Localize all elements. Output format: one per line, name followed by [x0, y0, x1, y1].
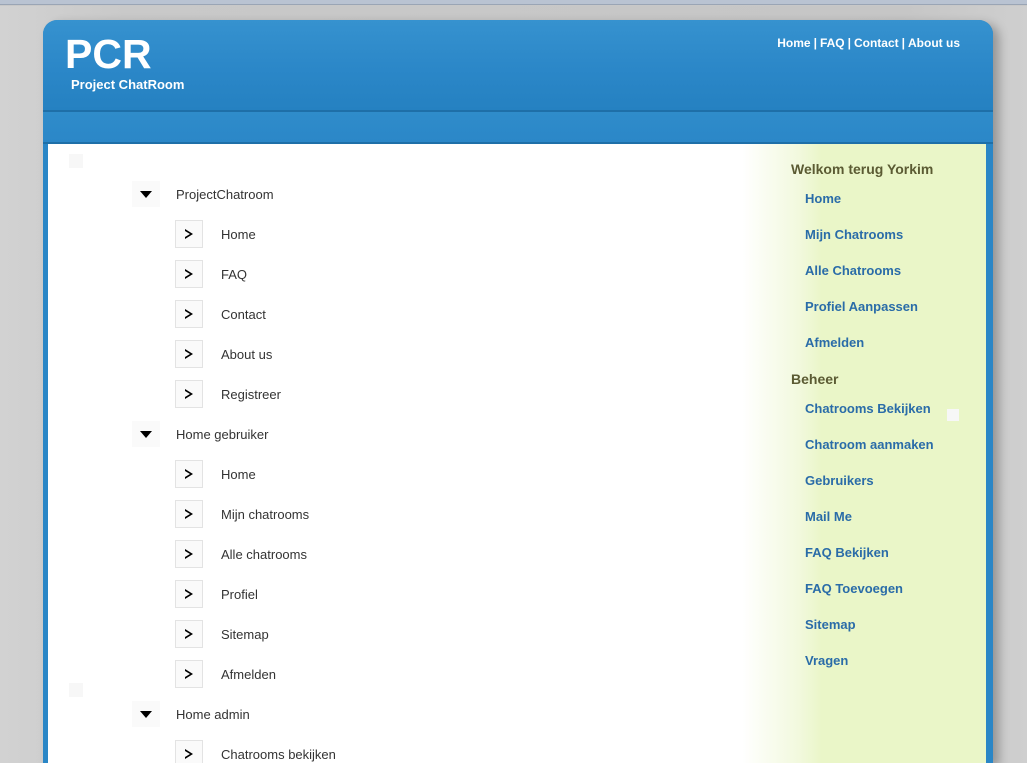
chevron-right-icon[interactable]: [175, 660, 203, 688]
tree-parent-label: Home admin: [176, 706, 250, 722]
tree-item-label: Home: [221, 466, 256, 482]
topnav-separator: |: [847, 36, 851, 50]
tree-parent-home-gebruiker[interactable]: Home gebruiker: [48, 414, 786, 454]
chevron-right-icon[interactable]: [175, 300, 203, 328]
sidebar-link-mijn-chatrooms[interactable]: Mijn Chatrooms: [786, 227, 986, 242]
tree-item-label: Registreer: [221, 386, 281, 402]
sidebar-link-faq-bekijken[interactable]: FAQ Bekijken: [786, 545, 986, 560]
sidebar-link-afmelden[interactable]: Afmelden: [786, 335, 986, 350]
tree-group-projectchatroom: ProjectChatroom Home FAQ Contact About us Reg…: [48, 174, 786, 414]
chevron-right-icon[interactable]: [175, 460, 203, 488]
tree-item-label: Sitemap: [221, 626, 269, 642]
sitemap-tree: ProjectChatroom Home FAQ Contact About us Reg…: [48, 174, 786, 763]
tree-item-label: Chatrooms bekijken: [221, 746, 336, 762]
tree-item-label: Afmelden: [221, 666, 276, 682]
tree-parent-label: Home gebruiker: [176, 426, 269, 442]
chevron-right-icon[interactable]: [175, 260, 203, 288]
sidebar-link-faq-toevoegen[interactable]: FAQ Toevoegen: [786, 581, 986, 596]
main-content-sitemap: ProjectChatroom Home FAQ Contact About us Reg…: [48, 144, 786, 763]
chevron-down-icon[interactable]: [132, 181, 160, 207]
tree-parent-home-admin[interactable]: Home admin: [48, 694, 786, 734]
tree-item-faq[interactable]: FAQ: [48, 254, 786, 294]
topnav-item-about-us[interactable]: About us: [908, 36, 960, 50]
chevron-right-icon[interactable]: [175, 220, 203, 248]
tree-item-label: Home: [221, 226, 256, 242]
chevron-right-icon[interactable]: [175, 620, 203, 648]
tree-item-label: Mijn chatrooms: [221, 506, 310, 522]
logo-tagline: Project ChatRoom: [71, 77, 185, 92]
tree-item-about-us[interactable]: About us: [48, 334, 786, 374]
tree-item-sitemap[interactable]: Sitemap: [48, 614, 786, 654]
tree-item-label: FAQ: [221, 266, 248, 282]
tree-item-alle-chatrooms[interactable]: Alle chatrooms: [48, 534, 786, 574]
site-container: PCR Project ChatRoom Home | FAQ | Contact | Ab…: [43, 20, 993, 763]
site-logo[interactable]: PCR Project ChatRoom: [65, 32, 184, 92]
image-placeholder-icon: [69, 154, 83, 168]
tree-item-mijn-chatrooms[interactable]: Mijn chatrooms: [48, 494, 786, 534]
tree-item-label: Profiel: [221, 586, 258, 602]
logo-title: PCR: [65, 31, 152, 77]
sidebar-link-gebruikers[interactable]: Gebruikers: [786, 473, 986, 488]
sidebar-link-vragen[interactable]: Vragen: [786, 653, 986, 668]
sidebar-link-home[interactable]: Home: [786, 191, 986, 206]
chevron-down-icon[interactable]: [132, 701, 160, 727]
tree-item-afmelden[interactable]: Afmelden: [48, 654, 786, 694]
chevron-right-icon[interactable]: [175, 500, 203, 528]
topnav-item-faq[interactable]: FAQ: [820, 36, 845, 50]
sidebar-link-sitemap[interactable]: Sitemap: [786, 617, 986, 632]
tree-item-label: Alle chatrooms: [221, 546, 307, 562]
tree-item-home[interactable]: Home: [48, 214, 786, 254]
sidebar-admin-links: Chatrooms Bekijken Chatroom aanmaken Gebru…: [786, 401, 986, 668]
chevron-right-icon[interactable]: [175, 580, 203, 608]
tree-item-registreer[interactable]: Registreer: [48, 374, 786, 414]
site-header: PCR Project ChatRoom Home | FAQ | Contact | Ab…: [43, 20, 993, 110]
sidebar-link-profiel-aanpassen[interactable]: Profiel Aanpassen: [786, 299, 986, 314]
sidebar-link-alle-chatrooms[interactable]: Alle Chatrooms: [786, 263, 986, 278]
sidebar-link-chatroom-aanmaken[interactable]: Chatroom aanmaken: [786, 437, 986, 452]
topnav-separator: |: [813, 36, 817, 50]
tree-item-chatrooms-bekijken[interactable]: Chatrooms bekijken: [48, 734, 786, 763]
sidebar-link-mail-me[interactable]: Mail Me: [786, 509, 986, 524]
sidebar-user-links: Home Mijn Chatrooms Alle Chatrooms Profiel …: [786, 191, 986, 350]
tree-item-home[interactable]: Home: [48, 454, 786, 494]
tree-parent-projectchatroom[interactable]: ProjectChatroom: [48, 174, 786, 214]
image-placeholder-icon: [947, 409, 959, 421]
sidebar-welcome-heading: Welkom terug Yorkim: [791, 161, 934, 177]
topnav-item-contact[interactable]: Contact: [854, 36, 899, 50]
chevron-down-icon[interactable]: [132, 421, 160, 447]
top-navigation: Home | FAQ | Contact | About us: [777, 36, 960, 50]
browser-top-strip: [0, 0, 1027, 5]
chevron-right-icon[interactable]: [175, 340, 203, 368]
chevron-right-icon[interactable]: [175, 380, 203, 408]
tree-item-label: About us: [221, 346, 273, 362]
chevron-right-icon[interactable]: [175, 540, 203, 568]
tree-item-contact[interactable]: Contact: [48, 294, 786, 334]
tree-item-label: Contact: [221, 306, 266, 322]
tree-group-home-admin: Home admin Chatrooms bekijken: [48, 694, 786, 763]
secondary-nav-bar: [43, 112, 993, 144]
right-sidebar: Welkom terug Yorkim Home Mijn Chatrooms Al…: [786, 144, 986, 763]
chevron-right-icon[interactable]: [175, 740, 203, 763]
topnav-item-home[interactable]: Home: [777, 36, 810, 50]
site-body: ProjectChatroom Home FAQ Contact About us Reg…: [48, 144, 986, 763]
tree-group-home-gebruiker: Home gebruiker Home Mijn chatrooms Alle cha…: [48, 414, 786, 694]
topnav-separator: |: [901, 36, 905, 50]
tree-parent-label: ProjectChatroom: [176, 186, 274, 202]
tree-item-profiel[interactable]: Profiel: [48, 574, 786, 614]
sidebar-admin-heading: Beheer: [791, 371, 839, 387]
